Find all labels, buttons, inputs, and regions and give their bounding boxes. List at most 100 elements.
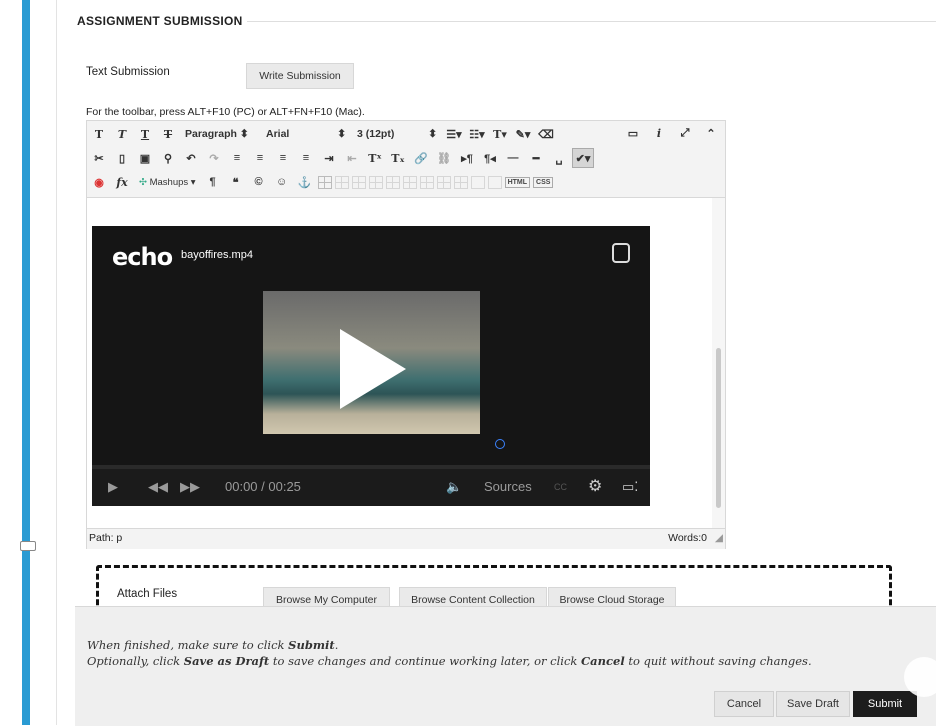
anchor-icon[interactable]: ⚓: [295, 173, 315, 191]
numbered-list-icon[interactable]: ☷▾: [467, 125, 487, 143]
section-divider: [247, 21, 936, 22]
video-controls: ▶ ◀◀ ▶▶ 00:00 / 00:25 🔈 Sources CC ⚙ ▭⁚: [92, 469, 650, 506]
highlight-icon[interactable]: ✎▾: [513, 125, 533, 143]
table-cell-icon[interactable]: [351, 175, 366, 189]
link-icon[interactable]: 🔗: [411, 149, 431, 167]
fullscreen-icon[interactable]: ⤢: [675, 124, 695, 142]
align-right-icon[interactable]: ≡: [273, 149, 293, 167]
paragraph-mark-icon[interactable]: ¶: [203, 173, 223, 191]
bullet-list-icon[interactable]: ☰▾: [444, 125, 464, 143]
spellcheck-icon[interactable]: ✔▾: [572, 148, 594, 168]
resize-grip-icon[interactable]: ◢: [715, 532, 723, 544]
align-center-icon[interactable]: ≡: [250, 149, 270, 167]
insert-col-after-icon[interactable]: [436, 175, 451, 189]
footer-instruction-1: When finished, make sure to click Submit…: [87, 638, 338, 652]
eraser-icon[interactable]: ⌫: [536, 125, 556, 143]
section-title: ASSIGNMENT SUBMISSION: [77, 14, 243, 28]
cancel-button[interactable]: Cancel: [714, 691, 774, 717]
mashups-label: Mashups: [149, 176, 189, 188]
save-draft-button[interactable]: Save Draft: [776, 691, 850, 717]
italic-icon[interactable]: T: [112, 125, 132, 143]
merge-cell-icon[interactable]: [487, 175, 502, 189]
size-select[interactable]: 3 (12pt) ⬍: [353, 125, 441, 143]
find-icon[interactable]: ⚲: [158, 149, 178, 167]
unlink-icon[interactable]: ⛓: [434, 149, 454, 167]
footer-emphasis: Save as Draft: [183, 654, 270, 668]
settings-gear-icon[interactable]: ⚙: [588, 476, 602, 496]
horizontal-line-icon[interactable]: ━: [526, 149, 546, 167]
insert-row-before-icon[interactable]: [368, 175, 383, 189]
footer-emphasis: Cancel: [581, 654, 625, 668]
footer-text: to save changes and continue working lat…: [269, 654, 582, 668]
footer-text: .: [334, 638, 339, 652]
submit-button[interactable]: Submit: [853, 691, 917, 717]
text-submission-label: Text Submission: [86, 66, 170, 78]
volume-icon[interactable]: 🔈: [446, 479, 462, 495]
editor-scrollbar[interactable]: [712, 198, 725, 528]
echo-logo: echo: [112, 243, 173, 271]
font-select[interactable]: Arial ⬍: [262, 125, 350, 143]
html-button[interactable]: HTML: [504, 176, 531, 188]
path-indicator: Path: p: [89, 532, 123, 544]
text-color-icon[interactable]: T▾: [490, 125, 510, 143]
css-button[interactable]: CSS: [533, 176, 554, 188]
footer-instruction-2: Optionally, click Save as Draft to save …: [87, 654, 812, 668]
ltr-icon[interactable]: ▸¶: [457, 149, 477, 167]
youtube-icon[interactable]: ◉: [89, 173, 109, 191]
undo-icon[interactable]: ↶: [181, 149, 201, 167]
split-cell-icon[interactable]: [470, 175, 485, 189]
footer-text: to quit without saving changes.: [624, 654, 812, 668]
delete-col-icon[interactable]: [453, 175, 468, 189]
editor-scroll-thumb[interactable]: [716, 348, 721, 508]
copy-icon[interactable]: ▯: [112, 149, 132, 167]
nonbreaking-space-icon[interactable]: ␣: [549, 149, 569, 167]
table-row-icon[interactable]: [334, 175, 349, 189]
rtl-icon[interactable]: ¶◂: [480, 149, 500, 167]
superscript-icon[interactable]: Tˣ: [365, 149, 385, 167]
submission-footer: When finished, make sure to click Submit…: [75, 606, 936, 726]
sources-button[interactable]: Sources: [484, 479, 532, 494]
align-left-icon[interactable]: ≡: [227, 149, 247, 167]
blockquote-icon[interactable]: ❝: [226, 173, 246, 191]
bold-icon[interactable]: T: [89, 125, 109, 143]
layout-icon[interactable]: ▭⁚: [622, 479, 638, 495]
delete-row-icon[interactable]: [402, 175, 417, 189]
left-divider: [56, 0, 57, 725]
insert-col-before-icon[interactable]: [419, 175, 434, 189]
collapse-icon[interactable]: ⌃: [701, 124, 721, 142]
outdent-icon[interactable]: ⇤: [342, 149, 362, 167]
horizontal-rule-icon[interactable]: —: [503, 149, 523, 167]
cc-button[interactable]: CC: [554, 482, 567, 492]
paragraph-select[interactable]: Paragraph ⬍: [181, 125, 259, 143]
align-justify-icon[interactable]: ≡: [296, 149, 316, 167]
help-bubble-icon[interactable]: [904, 657, 936, 697]
play-icon[interactable]: ▶: [108, 479, 118, 495]
play-overlay-icon[interactable]: [340, 329, 406, 409]
info-icon[interactable]: i: [649, 124, 669, 142]
echo-corner-icon[interactable]: [612, 243, 630, 263]
mashups-menu[interactable]: ✣ Mashups ▾: [135, 173, 200, 191]
left-accent-bar: [22, 0, 30, 725]
paragraph-select-value: Paragraph: [185, 128, 237, 140]
table-icon[interactable]: [317, 175, 332, 189]
emoticon-icon[interactable]: ☺: [272, 173, 292, 191]
editor-content[interactable]: echo bayoffires.mp4 ▶ ◀◀ ▶▶ 00:00 / 00:2…: [87, 198, 711, 528]
word-count: Words:0: [668, 532, 707, 544]
underline-icon[interactable]: T: [135, 125, 155, 143]
preview-icon[interactable]: ▭: [623, 124, 643, 142]
rewind-icon[interactable]: ◀◀: [148, 479, 168, 495]
redo-icon[interactable]: ↷: [204, 149, 224, 167]
indent-icon[interactable]: ⇥: [319, 149, 339, 167]
copyright-icon[interactable]: ©: [249, 173, 269, 191]
fast-forward-icon[interactable]: ▶▶: [180, 479, 200, 495]
insert-row-after-icon[interactable]: [385, 175, 400, 189]
math-icon[interactable]: fx: [112, 173, 132, 191]
write-submission-button[interactable]: Write Submission: [246, 63, 354, 89]
subscript-icon[interactable]: Tₓ: [388, 149, 408, 167]
paste-icon[interactable]: ▣: [135, 149, 155, 167]
video-filename: bayoffires.mp4: [181, 249, 253, 261]
resize-handle[interactable]: [20, 541, 36, 551]
video-player[interactable]: echo bayoffires.mp4 ▶ ◀◀ ▶▶ 00:00 / 00:2…: [92, 226, 650, 506]
strikethrough-icon[interactable]: T: [158, 125, 178, 143]
cut-icon[interactable]: ✂: [89, 149, 109, 167]
